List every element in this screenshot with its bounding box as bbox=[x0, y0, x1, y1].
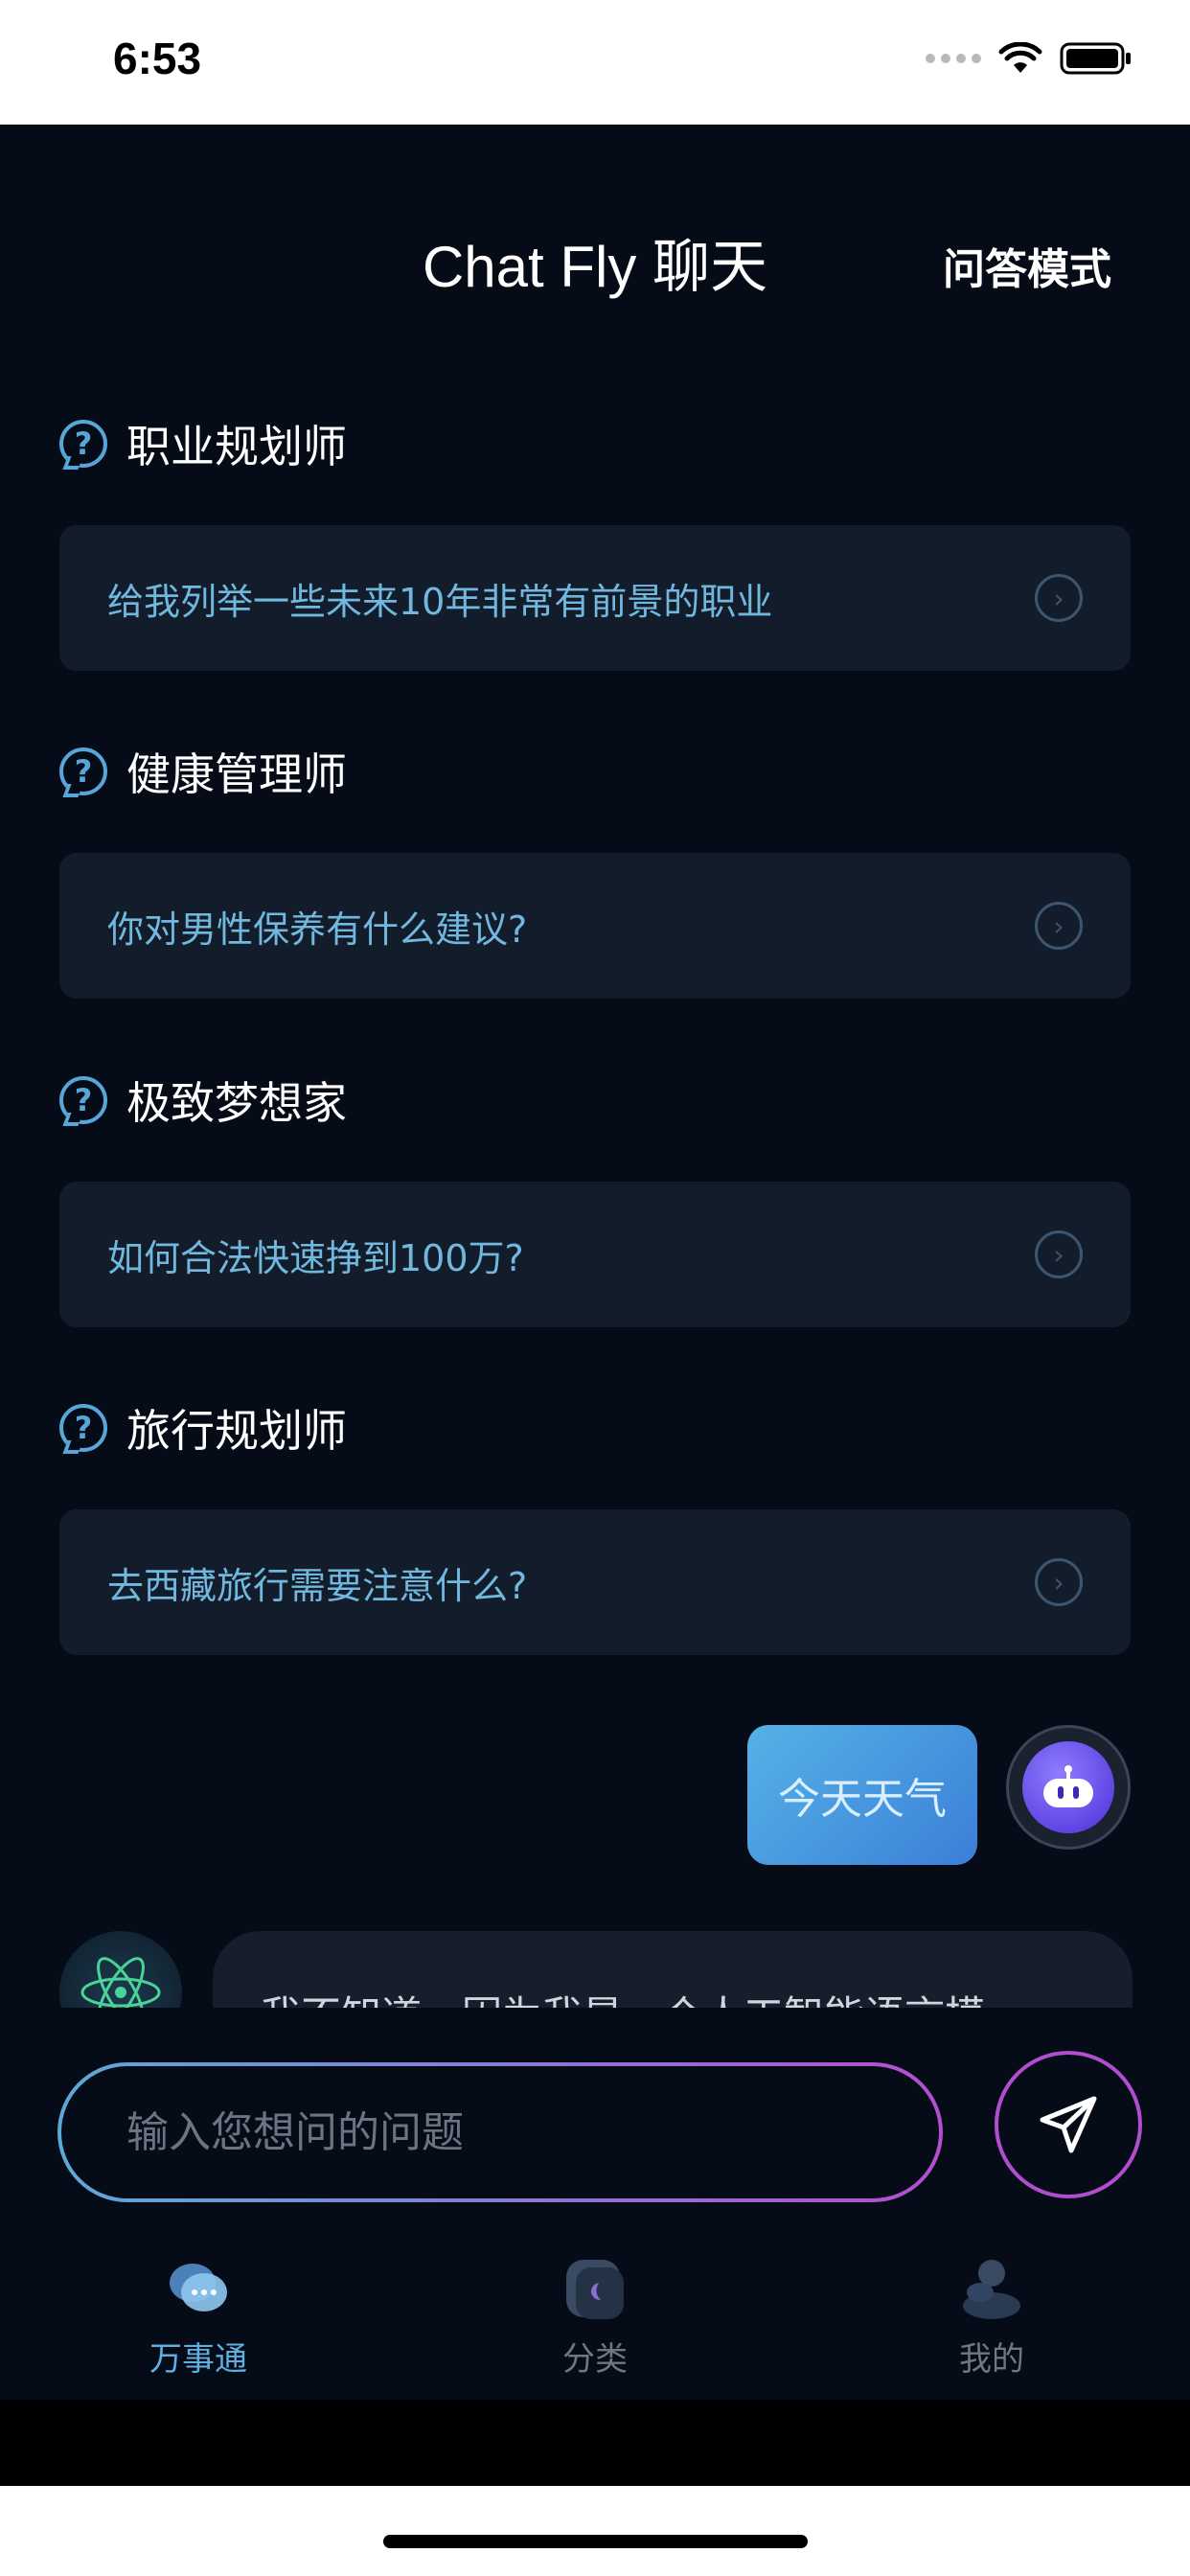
question-icon: ? bbox=[59, 420, 107, 468]
status-icons bbox=[926, 42, 1133, 75]
tab-profile[interactable]: 我的 bbox=[896, 2252, 1087, 2380]
tab-label: 万事通 bbox=[149, 2340, 247, 2379]
section-header: ? 健康管理师 bbox=[59, 738, 1131, 805]
suggestion-card[interactable]: 去西藏旅行需要注意什么? › bbox=[59, 1509, 1131, 1655]
section-title: 职业规划师 bbox=[126, 421, 347, 472]
home-indicator[interactable] bbox=[383, 2535, 808, 2548]
question-input-inner bbox=[61, 2066, 939, 2198]
section-title: 健康管理师 bbox=[126, 748, 347, 800]
robot-icon bbox=[1022, 1741, 1114, 1833]
chat-bubble-icon bbox=[162, 2252, 235, 2325]
question-input[interactable] bbox=[125, 2106, 857, 2158]
suggestion-text: 如何合法快速挣到100万? bbox=[107, 1236, 524, 1279]
app-screen: Chat Fly 聊天 问答模式 ? 职业规划师 给我列举一些未来10年非常有前… bbox=[0, 125, 1190, 2400]
send-icon bbox=[1040, 2096, 1097, 2153]
profile-icon bbox=[955, 2252, 1028, 2325]
signal-icon bbox=[926, 54, 981, 63]
question-icon: ? bbox=[59, 1404, 107, 1452]
home-indicator-area bbox=[0, 2486, 1190, 2576]
section-header: ? 极致梦想家 bbox=[59, 1067, 1131, 1134]
section-header: ? 旅行规划师 bbox=[59, 1394, 1131, 1461]
status-bar: 6:53 bbox=[0, 0, 1190, 125]
chevron-right-icon: › bbox=[1035, 574, 1083, 622]
chevron-right-icon: › bbox=[1035, 902, 1083, 950]
bottom-bar bbox=[0, 2400, 1190, 2486]
chevron-right-icon: › bbox=[1035, 1230, 1083, 1278]
tab-label: 我的 bbox=[959, 2340, 1024, 2379]
category-icon bbox=[559, 2252, 631, 2325]
tab-bar: 万事通 分类 我的 bbox=[0, 2252, 1190, 2396]
suggestion-card[interactable]: 给我列举一些未来10年非常有前景的职业 › bbox=[59, 525, 1131, 671]
question-input-container bbox=[57, 2062, 943, 2202]
mode-button[interactable]: 问答模式 bbox=[943, 235, 1111, 296]
chevron-right-icon: › bbox=[1035, 1558, 1083, 1606]
section-title: 极致梦想家 bbox=[126, 1077, 347, 1129]
tab-category[interactable]: 分类 bbox=[499, 2252, 691, 2380]
suggestion-text: 给我列举一些未来10年非常有前景的职业 bbox=[107, 580, 773, 623]
suggestion-card[interactable]: 你对男性保养有什么建议? › bbox=[59, 853, 1131, 999]
section-dreamer: ? 极致梦想家 如何合法快速挣到100万? › bbox=[59, 1067, 1131, 1327]
user-message-bubble: 今天天气 bbox=[747, 1725, 977, 1865]
section-travel: ? 旅行规划师 去西藏旅行需要注意什么? › bbox=[59, 1394, 1131, 1655]
status-time: 6:53 bbox=[113, 34, 202, 83]
suggestion-text: 去西藏旅行需要注意什么? bbox=[107, 1564, 528, 1607]
section-header: ? 职业规划师 bbox=[59, 410, 1131, 477]
question-icon: ? bbox=[59, 1076, 107, 1124]
tab-ask-anything[interactable]: 万事通 bbox=[103, 2252, 294, 2380]
suggestion-text: 你对男性保养有什么建议? bbox=[107, 908, 528, 951]
section-title: 旅行规划师 bbox=[126, 1405, 347, 1457]
tab-label: 分类 bbox=[562, 2340, 628, 2379]
wifi-icon bbox=[998, 42, 1042, 73]
suggestion-card[interactable]: 如何合法快速挣到100万? › bbox=[59, 1182, 1131, 1327]
battery-icon bbox=[1060, 42, 1131, 75]
send-button[interactable] bbox=[995, 2051, 1142, 2198]
section-career: ? 职业规划师 给我列举一些未来10年非常有前景的职业 › bbox=[59, 410, 1131, 671]
question-icon: ? bbox=[59, 748, 107, 795]
robot-avatar bbox=[1006, 1725, 1131, 1850]
section-health: ? 健康管理师 你对男性保养有什么建议? › bbox=[59, 738, 1131, 999]
